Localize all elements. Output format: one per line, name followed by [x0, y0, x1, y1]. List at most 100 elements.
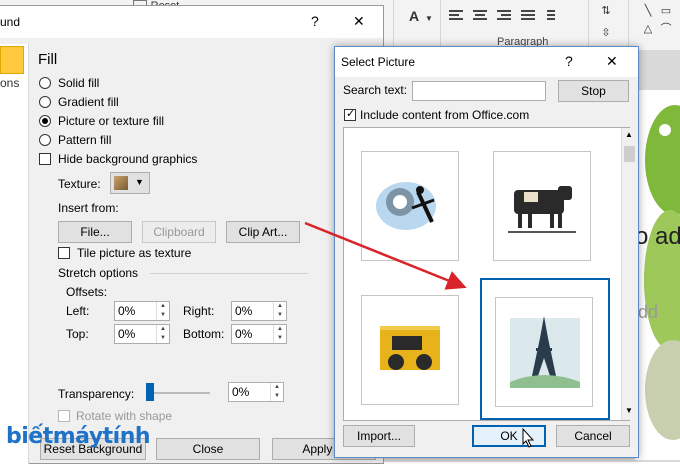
tile-picture-checkbox[interactable]: [58, 247, 70, 259]
stretch-options-label: Stretch options: [58, 266, 139, 280]
transparency-label: Transparency:: [58, 387, 135, 401]
spinner-arrows-icon[interactable]: ▲ ▼: [156, 302, 169, 320]
fill-panel: Fill Solid fill Gradient fill Picture or…: [32, 51, 332, 456]
chevron-down-icon[interactable]: ▼: [423, 8, 435, 28]
left-offset-label: Left:: [66, 304, 90, 318]
mouse-cursor-icon: [522, 428, 535, 448]
gradient-fill-radio[interactable]: [39, 96, 51, 108]
align-right-icon[interactable]: [496, 7, 516, 27]
sidebar-item-fill[interactable]: [0, 46, 24, 74]
scroll-down-icon[interactable]: ▼: [625, 406, 633, 415]
slide-canvas[interactable]: o ad dd: [635, 90, 680, 460]
transparency-slider-thumb[interactable]: [146, 383, 154, 401]
vertical-scrollbar[interactable]: ▲ ▼: [621, 128, 638, 420]
bottom-offset-value: 0%: [235, 327, 253, 341]
clipart-item-figure[interactable]: [352, 136, 480, 276]
stop-button[interactable]: Stop: [558, 80, 629, 102]
close-icon[interactable]: ✕: [606, 53, 618, 70]
triangle-shape-icon[interactable]: △: [640, 18, 656, 38]
solid-fill-label[interactable]: Solid fill: [58, 76, 99, 90]
running-figure-image: [376, 182, 436, 230]
align-text-icon[interactable]: ⇳: [598, 22, 614, 42]
picture-fill-label[interactable]: Picture or texture fill: [58, 114, 164, 128]
clipart-thumbnail: [361, 151, 459, 261]
spinner-arrows-icon[interactable]: ▲ ▼: [270, 383, 283, 401]
texture-dropdown[interactable]: ▼: [110, 172, 150, 194]
close-button[interactable]: Close: [156, 438, 260, 460]
clipart-thumbnail: [493, 151, 591, 261]
cancel-button[interactable]: Cancel: [556, 425, 630, 447]
top-offset-spinner[interactable]: 0% ▲ ▼: [114, 324, 170, 344]
clipart-item-eiffel-tower[interactable]: [480, 278, 610, 420]
import-button[interactable]: Import...: [343, 425, 415, 447]
dinosaur-image: [644, 105, 680, 440]
solid-fill-radio[interactable]: [39, 77, 51, 89]
cow-image: [508, 186, 576, 233]
chevron-down-icon: ▼: [135, 177, 144, 187]
transparency-slider-track[interactable]: [146, 392, 210, 394]
line-shape-icon[interactable]: ╲: [640, 0, 656, 20]
category-sidebar: [0, 44, 29, 464]
scrollbar-thumb[interactable]: [624, 146, 635, 162]
right-offset-label: Right:: [183, 304, 215, 318]
select-picture-dialog: Select Picture ? ✕ Search text: Stop ✓ I…: [334, 46, 639, 458]
clipart-item-cow[interactable]: [484, 136, 612, 276]
rotate-with-shape-checkbox[interactable]: [58, 410, 70, 422]
tractor-image: [380, 326, 440, 370]
left-offset-value: 0%: [118, 304, 136, 318]
justify-icon[interactable]: [520, 7, 540, 27]
right-offset-value: 0%: [235, 304, 253, 318]
dialog-title: und: [0, 15, 21, 29]
gradient-fill-label[interactable]: Gradient fill: [58, 95, 119, 109]
eiffel-tower-image: [510, 316, 580, 388]
spinner-arrows-icon[interactable]: ▲ ▼: [156, 325, 169, 343]
clipart-item-tractor[interactable]: [352, 280, 480, 420]
pattern-fill-radio[interactable]: [39, 134, 51, 146]
columns-icon[interactable]: [546, 7, 572, 27]
ribbon-divider: [628, 0, 629, 46]
file-button[interactable]: File...: [58, 221, 132, 243]
texture-label: Texture:: [58, 177, 101, 191]
hide-background-label[interactable]: Hide background graphics: [58, 152, 197, 166]
curve-shape-icon[interactable]: ⌒: [658, 18, 674, 38]
close-icon[interactable]: ✕: [353, 13, 365, 30]
transparency-spinner[interactable]: 0% ▲ ▼: [228, 382, 284, 402]
clip-art-button[interactable]: Clip Art...: [226, 221, 300, 243]
picture-fill-radio[interactable]: [39, 115, 51, 127]
slide-text: o ad: [635, 223, 680, 250]
font-color-button[interactable]: A: [405, 6, 423, 26]
align-left-icon[interactable]: [448, 7, 468, 27]
texture-swatch-icon: [114, 176, 128, 190]
clipboard-button[interactable]: Clipboard: [142, 221, 216, 243]
sidebar-item-label[interactable]: ons: [0, 76, 19, 90]
search-input[interactable]: [412, 81, 546, 101]
divider: [150, 273, 308, 274]
ribbon-divider: [393, 0, 394, 46]
dialog-titlebar: Select Picture ? ✕: [335, 47, 638, 77]
help-button[interactable]: ?: [565, 53, 573, 69]
text-direction-icon[interactable]: ⇅: [598, 0, 614, 20]
top-offset-value: 0%: [118, 327, 136, 341]
include-office-checkbox[interactable]: ✓: [344, 108, 356, 121]
ribbon-divider: [440, 0, 441, 46]
scroll-up-icon[interactable]: ▲: [625, 130, 633, 139]
spinner-arrows-icon[interactable]: ▲ ▼: [273, 302, 286, 320]
format-background-dialog: und ? ✕ ons Fill Solid fill Gradient fil…: [0, 5, 384, 464]
offsets-label: Offsets:: [66, 285, 108, 299]
clipart-thumbnail: [495, 297, 593, 407]
clipart-thumbnail: [361, 295, 459, 405]
pattern-fill-label[interactable]: Pattern fill: [58, 133, 111, 147]
right-offset-spinner[interactable]: 0% ▲ ▼: [231, 301, 287, 321]
align-center-icon[interactable]: [472, 7, 492, 27]
bottom-offset-spinner[interactable]: 0% ▲ ▼: [231, 324, 287, 344]
spinner-arrows-icon[interactable]: ▲ ▼: [273, 325, 286, 343]
left-offset-spinner[interactable]: 0% ▲ ▼: [114, 301, 170, 321]
include-office-label[interactable]: Include content from Office.com: [360, 108, 529, 122]
help-button[interactable]: ?: [311, 13, 319, 29]
hide-background-checkbox[interactable]: [39, 153, 51, 165]
tile-picture-label[interactable]: Tile picture as texture: [77, 246, 191, 260]
search-text-label: Search text:: [343, 83, 408, 97]
rectangle-shape-icon[interactable]: ▭: [658, 0, 674, 20]
bottom-offset-label: Bottom:: [183, 327, 225, 341]
insert-from-label: Insert from:: [58, 201, 119, 215]
